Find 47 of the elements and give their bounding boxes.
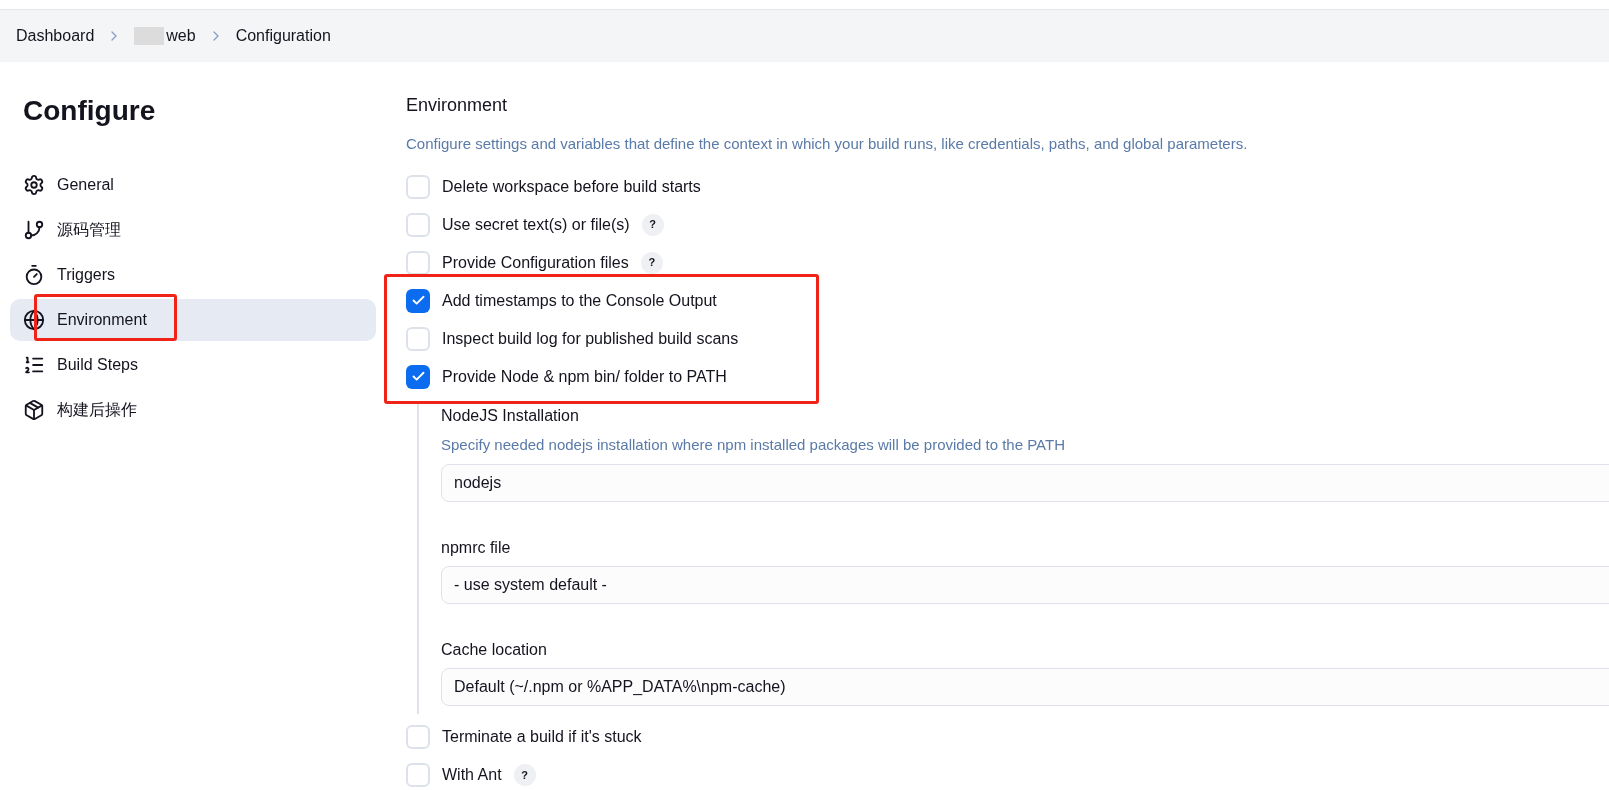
breadcrumb-link[interactable]: web: [166, 24, 196, 48]
checkbox[interactable]: [406, 364, 430, 389]
checkbox-label: Provide Configuration files: [442, 252, 629, 273]
check-icon: [410, 369, 426, 384]
branch-icon: [23, 219, 45, 241]
package-icon: [23, 399, 45, 421]
checkbox-label: Add timestamps to the Console Output: [442, 290, 717, 311]
check-icon: [410, 293, 426, 308]
sidebar-item[interactable]: Environment: [10, 299, 376, 341]
field-label: NodeJS Installation: [441, 405, 580, 426]
checkbox-label: Inspect build log for published build scans: [442, 328, 739, 349]
checkbox-label: Terminate a build if it's stuck: [442, 727, 642, 747]
field-hint: Specify needed nodejs installation where npm installed packages will be provided to the PATH: [441, 434, 1066, 455]
help-button[interactable]: ?: [513, 764, 536, 786]
field-label: Cache location: [441, 640, 548, 660]
field-label: npmrc file: [441, 538, 512, 558]
checkbox[interactable]: [406, 763, 430, 787]
checkbox-label: Delete workspace before build starts: [442, 176, 701, 197]
sidebar-item[interactable]: Build Steps: [10, 344, 376, 386]
input-field[interactable]: nodejs: [441, 464, 1609, 502]
section-title: Environment: [406, 94, 509, 117]
timer-icon: [23, 264, 45, 286]
page-title: Configure: [22, 94, 157, 128]
breadcrumb-link[interactable]: Configuration: [235, 24, 331, 48]
sidebar-item[interactable]: Triggers: [10, 254, 376, 296]
sidebar-item[interactable]: 构建后操作: [10, 389, 376, 431]
checkbox[interactable]: [406, 250, 430, 275]
redacted-blur: [134, 27, 165, 45]
sidebar-item[interactable]: General: [10, 164, 376, 206]
checkbox[interactable]: [406, 288, 430, 313]
sidebar-item[interactable]: 源码管理: [10, 209, 376, 251]
help-button[interactable]: ?: [641, 213, 664, 236]
input-field[interactable]: Default (~/.npm or %APP_DATA%\npm-cache): [441, 668, 1609, 706]
checkbox-label: With Ant: [442, 765, 502, 785]
globe-icon: [23, 309, 45, 331]
checkbox[interactable]: [406, 725, 430, 749]
gear-icon: [23, 174, 45, 196]
checkbox[interactable]: [406, 174, 430, 199]
help-button[interactable]: ?: [640, 251, 663, 274]
input-field[interactable]: - use system default -: [441, 566, 1609, 604]
section-description: Configure settings and variables that define the context in which your build runs, like credentials, paths, and global parameters.: [406, 134, 1249, 154]
checkbox-label: Use secret text(s) or file(s): [442, 214, 630, 235]
checkbox[interactable]: [406, 326, 430, 351]
checkbox-label: Provide Node & npm bin/ folder to PATH: [442, 366, 727, 387]
checkbox[interactable]: [406, 212, 430, 237]
breadcrumb-link[interactable]: Dashboard: [16, 24, 95, 48]
list-icon: [23, 354, 45, 376]
